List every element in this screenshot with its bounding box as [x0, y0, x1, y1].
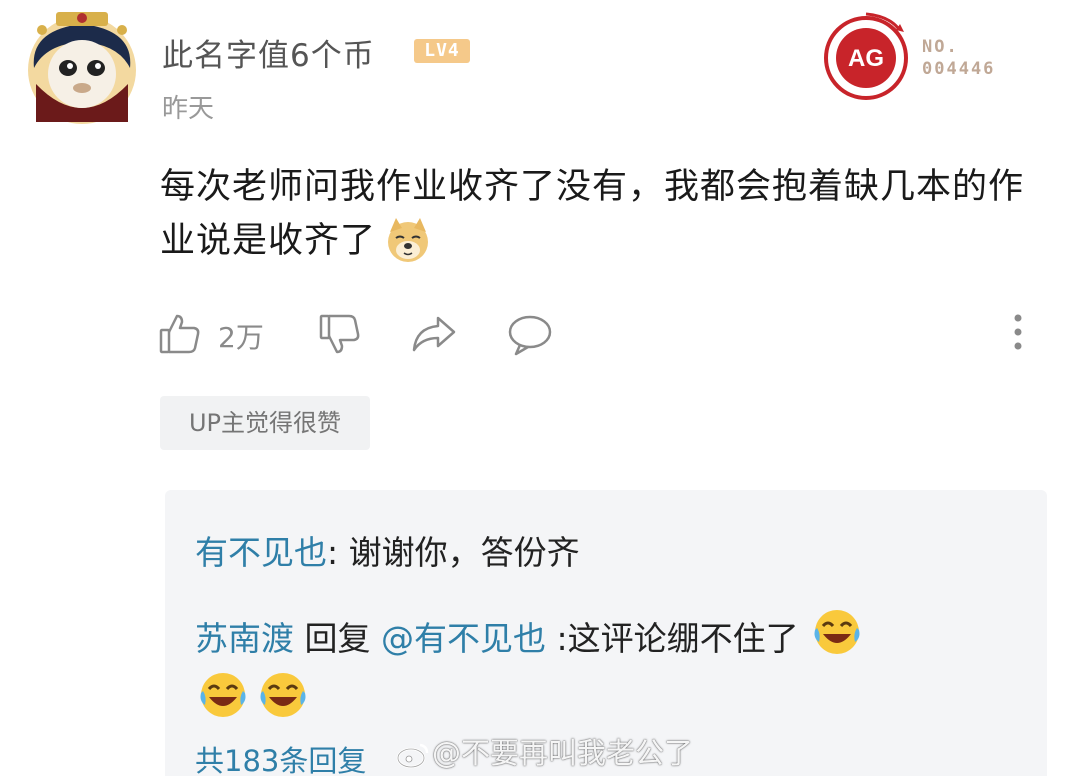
- reply-item[interactable]: 苏南渡 回复 @有不见也 :这评论绷不住了: [195, 606, 995, 732]
- up-liked-tag: UP主觉得很赞: [160, 396, 370, 450]
- like-count: 2万: [218, 321, 264, 354]
- username[interactable]: 此名字值6个币: [162, 30, 375, 75]
- reply-text: : 谢谢你，答份齐: [327, 533, 580, 572]
- more-options-icon[interactable]: [1008, 310, 1028, 358]
- like-icon[interactable]: [158, 312, 202, 360]
- fan-badge-icon: AG: [818, 8, 914, 104]
- comment-body: 每次老师问我作业收齐了没有，我都会抱着缺几本的作业说是收齐了: [160, 167, 1025, 261]
- watermark-text: @不要再叫我老公了: [432, 736, 694, 770]
- fan-badge-number: NO. 004446: [922, 37, 996, 79]
- reply-item[interactable]: 有不见也: 谢谢你，答份齐: [195, 530, 580, 576]
- tears-of-joy-icon: [197, 669, 249, 721]
- reply-text: :这评论绷不住了: [545, 619, 799, 658]
- doge-icon: [384, 216, 432, 264]
- weibo-icon: [396, 743, 429, 769]
- view-replies-link[interactable]: 共183条回复: [195, 738, 366, 776]
- dislike-icon[interactable]: [318, 312, 362, 360]
- comment-text: 每次老师问我作业收齐了没有，我都会抱着缺几本的作业说是收齐了: [160, 160, 1040, 268]
- mention-link[interactable]: @有不见也: [381, 619, 546, 658]
- avatar[interactable]: [22, 8, 142, 126]
- weibo-watermark: @不要再叫我老公了: [396, 730, 693, 772]
- timestamp: 昨天: [162, 94, 215, 124]
- tears-of-joy-icon: [811, 606, 863, 658]
- action-bar: 2万: [158, 306, 1038, 362]
- svg-text:AG: AG: [848, 45, 884, 72]
- level-badge: LV4: [414, 39, 470, 63]
- reply-word: 回复: [294, 619, 381, 658]
- reply-author[interactable]: 有不见也: [195, 533, 327, 572]
- reply-author[interactable]: 苏南渡: [195, 619, 294, 658]
- comment-icon[interactable]: [506, 312, 554, 360]
- share-icon[interactable]: [410, 312, 458, 360]
- tears-of-joy-icon: [257, 669, 309, 721]
